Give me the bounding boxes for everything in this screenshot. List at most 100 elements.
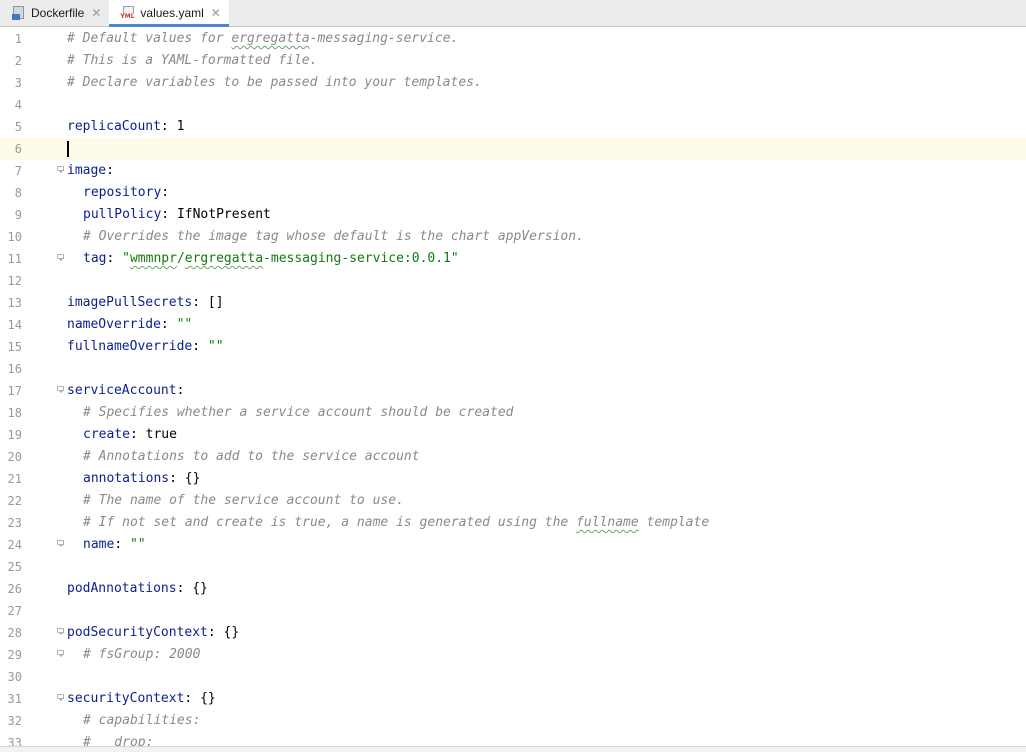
yaml-key: podAnnotations xyxy=(67,581,177,596)
line-code: # fsGroup: 2000 xyxy=(83,644,200,666)
code-line[interactable]: 12 xyxy=(0,270,1026,292)
line-number: 15 xyxy=(7,340,22,354)
code-line[interactable]: 31 securityContext: {} xyxy=(0,688,1026,710)
code-line[interactable]: 1 # Default values for ergregatta-messagi… xyxy=(0,28,1026,50)
fold-marker-icon[interactable] xyxy=(57,166,64,174)
line-number: 19 xyxy=(7,428,22,442)
code-line[interactable]: 25 xyxy=(0,556,1026,578)
code-line[interactable]: 26 podAnnotations: {} xyxy=(0,578,1026,600)
line-code: # Overrides the image tag whose default … xyxy=(83,226,584,248)
code-line[interactable]: 27 xyxy=(0,600,1026,622)
line-code: securityContext: {} xyxy=(67,688,216,710)
code-line[interactable]: 30 xyxy=(0,666,1026,688)
line-number: 18 xyxy=(7,406,22,420)
code-line[interactable]: 19 create: true xyxy=(0,424,1026,446)
line-number: 3 xyxy=(14,76,22,90)
yaml-value: {} xyxy=(200,691,216,706)
fold-marker-icon[interactable] xyxy=(57,628,64,636)
code-line[interactable]: 5 replicaCount: 1 xyxy=(0,116,1026,138)
yaml-string: / xyxy=(176,251,185,266)
yaml-value: [] xyxy=(207,295,224,310)
code-line[interactable]: 22 # The name of the service account to u… xyxy=(0,490,1026,512)
code-line[interactable]: 9 pullPolicy: IfNotPresent xyxy=(0,204,1026,226)
yaml-comment: # capabilities: xyxy=(83,713,201,728)
close-icon[interactable]: ✕ xyxy=(91,6,101,20)
code-editor[interactable]: 1 # Default values for ergregatta-messagi… xyxy=(0,28,1026,746)
code-line[interactable]: 16 xyxy=(0,358,1026,380)
fold-marker-icon[interactable] xyxy=(57,254,64,262)
fold-marker-icon[interactable] xyxy=(57,386,64,394)
line-code: serviceAccount: xyxy=(67,380,184,402)
fold-marker-icon[interactable] xyxy=(57,540,64,548)
yaml-key: image xyxy=(67,163,107,178)
line-number: 31 xyxy=(7,692,22,706)
yaml-comment: # The name of the service account to use… xyxy=(83,493,404,508)
code-line[interactable]: 3 # Declare variables to be passed into y… xyxy=(0,72,1026,94)
code-line[interactable]: 8 repository: xyxy=(0,182,1026,204)
line-code: # Declare variables to be passed into yo… xyxy=(67,72,482,94)
yaml-string: "" xyxy=(207,339,224,354)
line-number: 12 xyxy=(7,274,22,288)
code-line[interactable]: 2 # This is a YAML-formatted file. xyxy=(0,50,1026,72)
line-code: nameOverride: "" xyxy=(67,314,192,336)
yaml-key: pullPolicy xyxy=(83,207,162,222)
yaml-value: IfNotPresent xyxy=(176,207,271,222)
code-line[interactable]: 24 name: "" xyxy=(0,534,1026,556)
yaml-comment: # Default values for xyxy=(67,31,232,46)
code-line[interactable]: 21 annotations: {} xyxy=(0,468,1026,490)
tab-values-yaml[interactable]: YML values.yaml ✕ xyxy=(109,0,230,27)
tab-label: Dockerfile xyxy=(31,6,85,20)
line-number: 1 xyxy=(14,32,22,46)
yaml-file-icon: YML xyxy=(120,6,135,20)
code-line[interactable]: 10 # Overrides the image tag whose defaul… xyxy=(0,226,1026,248)
yaml-value: : xyxy=(184,691,201,706)
line-number: 17 xyxy=(7,384,22,398)
line-number: 7 xyxy=(14,164,22,178)
code-line[interactable]: 13 imagePullSecrets: [] xyxy=(0,292,1026,314)
code-line[interactable]: 29 # fsGroup: 2000 xyxy=(0,644,1026,666)
fold-marker-icon[interactable] xyxy=(57,650,64,658)
yaml-value: {} xyxy=(184,471,201,486)
code-line[interactable]: 23 # If not set and create is true, a nam… xyxy=(0,512,1026,534)
code-line[interactable]: 33 # drop: xyxy=(0,732,1026,746)
code-line[interactable]: 18 # Specifies whether a service account … xyxy=(0,402,1026,424)
yaml-value: : xyxy=(161,185,170,200)
line-code: create: true xyxy=(83,424,177,446)
yaml-comment: # fsGroup: 2000 xyxy=(83,647,201,662)
code-line[interactable]: 32 # capabilities: xyxy=(0,710,1026,732)
line-code: # capabilities: xyxy=(83,710,200,732)
code-line[interactable]: 7 image: xyxy=(0,160,1026,182)
tab-dockerfile[interactable]: Dockerfile ✕ xyxy=(0,0,109,26)
fold-marker-icon[interactable] xyxy=(57,694,64,702)
line-number: 20 xyxy=(7,450,22,464)
yaml-key: replicaCount xyxy=(67,119,161,134)
code-line[interactable]: 6 xyxy=(0,138,1026,160)
yaml-string: ergregatta xyxy=(184,251,264,266)
code-line[interactable]: 14 nameOverride: "" xyxy=(0,314,1026,336)
yaml-key: repository xyxy=(83,185,162,200)
yaml-comment: # drop: xyxy=(83,735,154,746)
code-line[interactable]: 11 tag: "wmmnpr/ergregatta-messaging-serv… xyxy=(0,248,1026,270)
line-code: imagePullSecrets: [] xyxy=(67,292,224,314)
tab-label: values.yaml xyxy=(140,6,204,20)
line-code: annotations: {} xyxy=(83,468,200,490)
close-icon[interactable]: ✕ xyxy=(211,6,221,20)
yaml-value: true xyxy=(145,427,177,442)
line-number: 28 xyxy=(7,626,22,640)
code-line[interactable]: 20 # Annotations to add to the service ac… xyxy=(0,446,1026,468)
yaml-string: "" xyxy=(129,537,146,552)
line-code: repository: xyxy=(83,182,169,204)
line-number: 30 xyxy=(7,670,22,684)
code-line[interactable]: 17 serviceAccount: xyxy=(0,380,1026,402)
line-number: 27 xyxy=(7,604,22,618)
code-line[interactable]: 4 xyxy=(0,94,1026,116)
line-number: 6 xyxy=(14,142,22,156)
line-number: 29 xyxy=(7,648,22,662)
code-line[interactable]: 15 fullnameOverride: "" xyxy=(0,336,1026,358)
yaml-comment: template xyxy=(638,515,710,530)
code-line[interactable]: 28 podSecurityContext: {} xyxy=(0,622,1026,644)
yaml-key: serviceAccount xyxy=(67,383,177,398)
yaml-key: annotations xyxy=(83,471,170,486)
horizontal-scrollbar[interactable] xyxy=(0,746,1026,752)
line-number: 32 xyxy=(7,714,22,728)
